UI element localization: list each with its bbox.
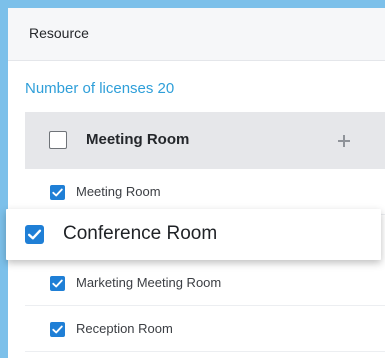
- item-label: Marketing Meeting Room: [76, 275, 222, 290]
- licenses-count: Number of licenses 20: [25, 80, 175, 97]
- panel-title: Resource: [29, 25, 89, 41]
- plus-icon[interactable]: [338, 135, 350, 147]
- group-label: Meeting Room: [86, 131, 190, 148]
- checkbox-checked[interactable]: [50, 276, 65, 291]
- panel-header: Resource: [8, 8, 385, 61]
- check-icon: [52, 325, 63, 334]
- list-item-conference-room[interactable]: Conference Room: [6, 209, 381, 260]
- item-label: Conference Room: [63, 223, 218, 244]
- item-label: Reception Room: [76, 321, 173, 336]
- group-row-meeting-room[interactable]: Meeting Room: [25, 112, 385, 169]
- item-label: Meeting Room: [76, 184, 161, 199]
- check-icon: [27, 229, 42, 240]
- list-item-reception-room[interactable]: Reception Room: [25, 306, 385, 352]
- checkbox-checked[interactable]: [50, 185, 65, 200]
- checkbox-checked[interactable]: [50, 322, 65, 337]
- check-icon: [52, 188, 63, 197]
- check-icon: [52, 279, 63, 288]
- group-checkbox[interactable]: [49, 131, 67, 149]
- list-item-marketing-meeting-room[interactable]: Marketing Meeting Room: [25, 260, 385, 306]
- checkbox-checked[interactable]: [25, 225, 44, 244]
- resource-panel: Resource Number of licenses 20 Meeting R…: [8, 8, 385, 358]
